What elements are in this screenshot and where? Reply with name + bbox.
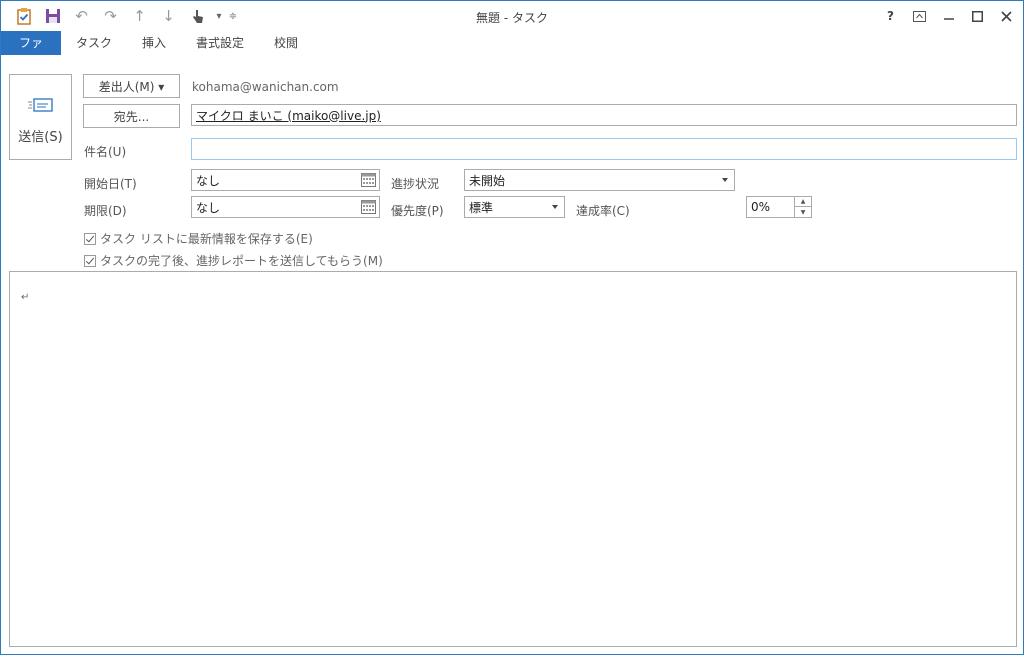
paragraph-mark: ↵ [21,292,30,303]
send-label: 送信(S) [18,130,63,145]
undo-icon[interactable]: ↶ [67,6,96,26]
ribbon-display-options-icon[interactable] [905,4,934,28]
start-date-field[interactable]: なし [191,169,380,191]
due-date-label: 期限(D) [84,204,127,218]
tab-insert[interactable]: 挿入 [127,31,181,55]
status-label: 進捗状況 [391,177,440,191]
help-button[interactable]: ? [876,4,905,28]
chevron-down-icon [722,178,728,182]
tab-format[interactable]: 書式設定 [181,31,259,55]
status-report-checkbox[interactable]: タスクの完了後、進捗レポートを送信してもらう(M) [84,252,383,269]
priority-value: 標準 [469,200,494,215]
task-window: ↶ ↷ ↑ ↓ ▾ ≑ 無題 - タスク ? ファイル タスク 挿入 書式設定 … [0,0,1024,655]
recipient-name[interactable]: マイクロ まいこ (maiko@live.jp) [196,107,381,124]
tab-file[interactable]: ファイル [1,31,61,74]
priority-label: 優先度(P) [391,204,444,218]
start-date-value: なし [196,173,221,188]
checkbox-checked-icon[interactable] [84,254,96,267]
touch-mode-icon[interactable] [183,6,212,26]
start-date-label: 開始日(T) [84,177,137,191]
ribbon-tabs: ファイル タスク 挿入 書式設定 校閲 [1,31,1023,74]
save-icon[interactable] [38,6,67,26]
status-select[interactable]: 未開始 [464,169,735,191]
tab-task[interactable]: タスク [61,31,127,55]
priority-select[interactable]: 標準 [464,196,565,218]
percent-spinner[interactable]: ▲ ▼ [794,196,812,218]
save-to-task-list-checkbox[interactable]: タスク リストに最新情報を保存する(E) [84,230,313,247]
close-icon[interactable] [992,4,1021,28]
maximize-icon[interactable] [963,4,992,28]
up-arrow-icon[interactable]: ↑ [125,6,154,26]
quick-access-toolbar: ↶ ↷ ↑ ↓ ▾ ≑ [9,6,240,26]
title-bar: ↶ ↷ ↑ ↓ ▾ ≑ 無題 - タスク ? [1,1,1023,31]
due-date-value: なし [196,200,221,215]
to-button[interactable]: 宛先... [83,104,180,128]
from-address: kohama@wanichan.com [192,80,339,94]
save-to-task-list-label: タスク リストに最新情報を保存する(E) [100,232,313,246]
spin-up-icon[interactable]: ▲ [795,197,811,207]
percent-complete-input[interactable]: 0% [746,196,795,218]
customize-qat-icon[interactable]: ≑ [226,6,240,26]
down-arrow-icon[interactable]: ↓ [154,6,183,26]
percent-complete-label: 達成率(C) [576,204,630,218]
send-button[interactable]: 送信(S) [9,74,72,160]
tab-review[interactable]: 校閲 [259,31,313,55]
chevron-down-icon [552,205,558,209]
subject-input[interactable] [191,138,1017,160]
due-date-field[interactable]: なし [191,196,380,218]
task-icon [9,6,38,26]
from-button[interactable]: 差出人(M) ▾ [83,74,180,98]
calendar-icon[interactable] [361,200,376,214]
calendar-icon[interactable] [361,173,376,187]
minimize-icon[interactable] [934,4,963,28]
status-report-label: タスクの完了後、進捗レポートを送信してもらう(M) [100,254,383,268]
subject-label: 件名(U) [84,145,127,159]
send-envelope-icon [10,97,71,117]
touch-dropdown-icon[interactable]: ▾ [212,6,226,26]
status-value: 未開始 [469,173,506,188]
redo-icon[interactable]: ↷ [96,6,125,26]
spin-down-icon[interactable]: ▼ [795,207,811,217]
to-field[interactable]: マイクロ まいこ (maiko@live.jp) [191,104,1017,126]
checkbox-checked-icon[interactable] [84,232,96,245]
task-body-editor[interactable]: ↵ [9,271,1017,647]
window-controls: ? [876,4,1021,28]
